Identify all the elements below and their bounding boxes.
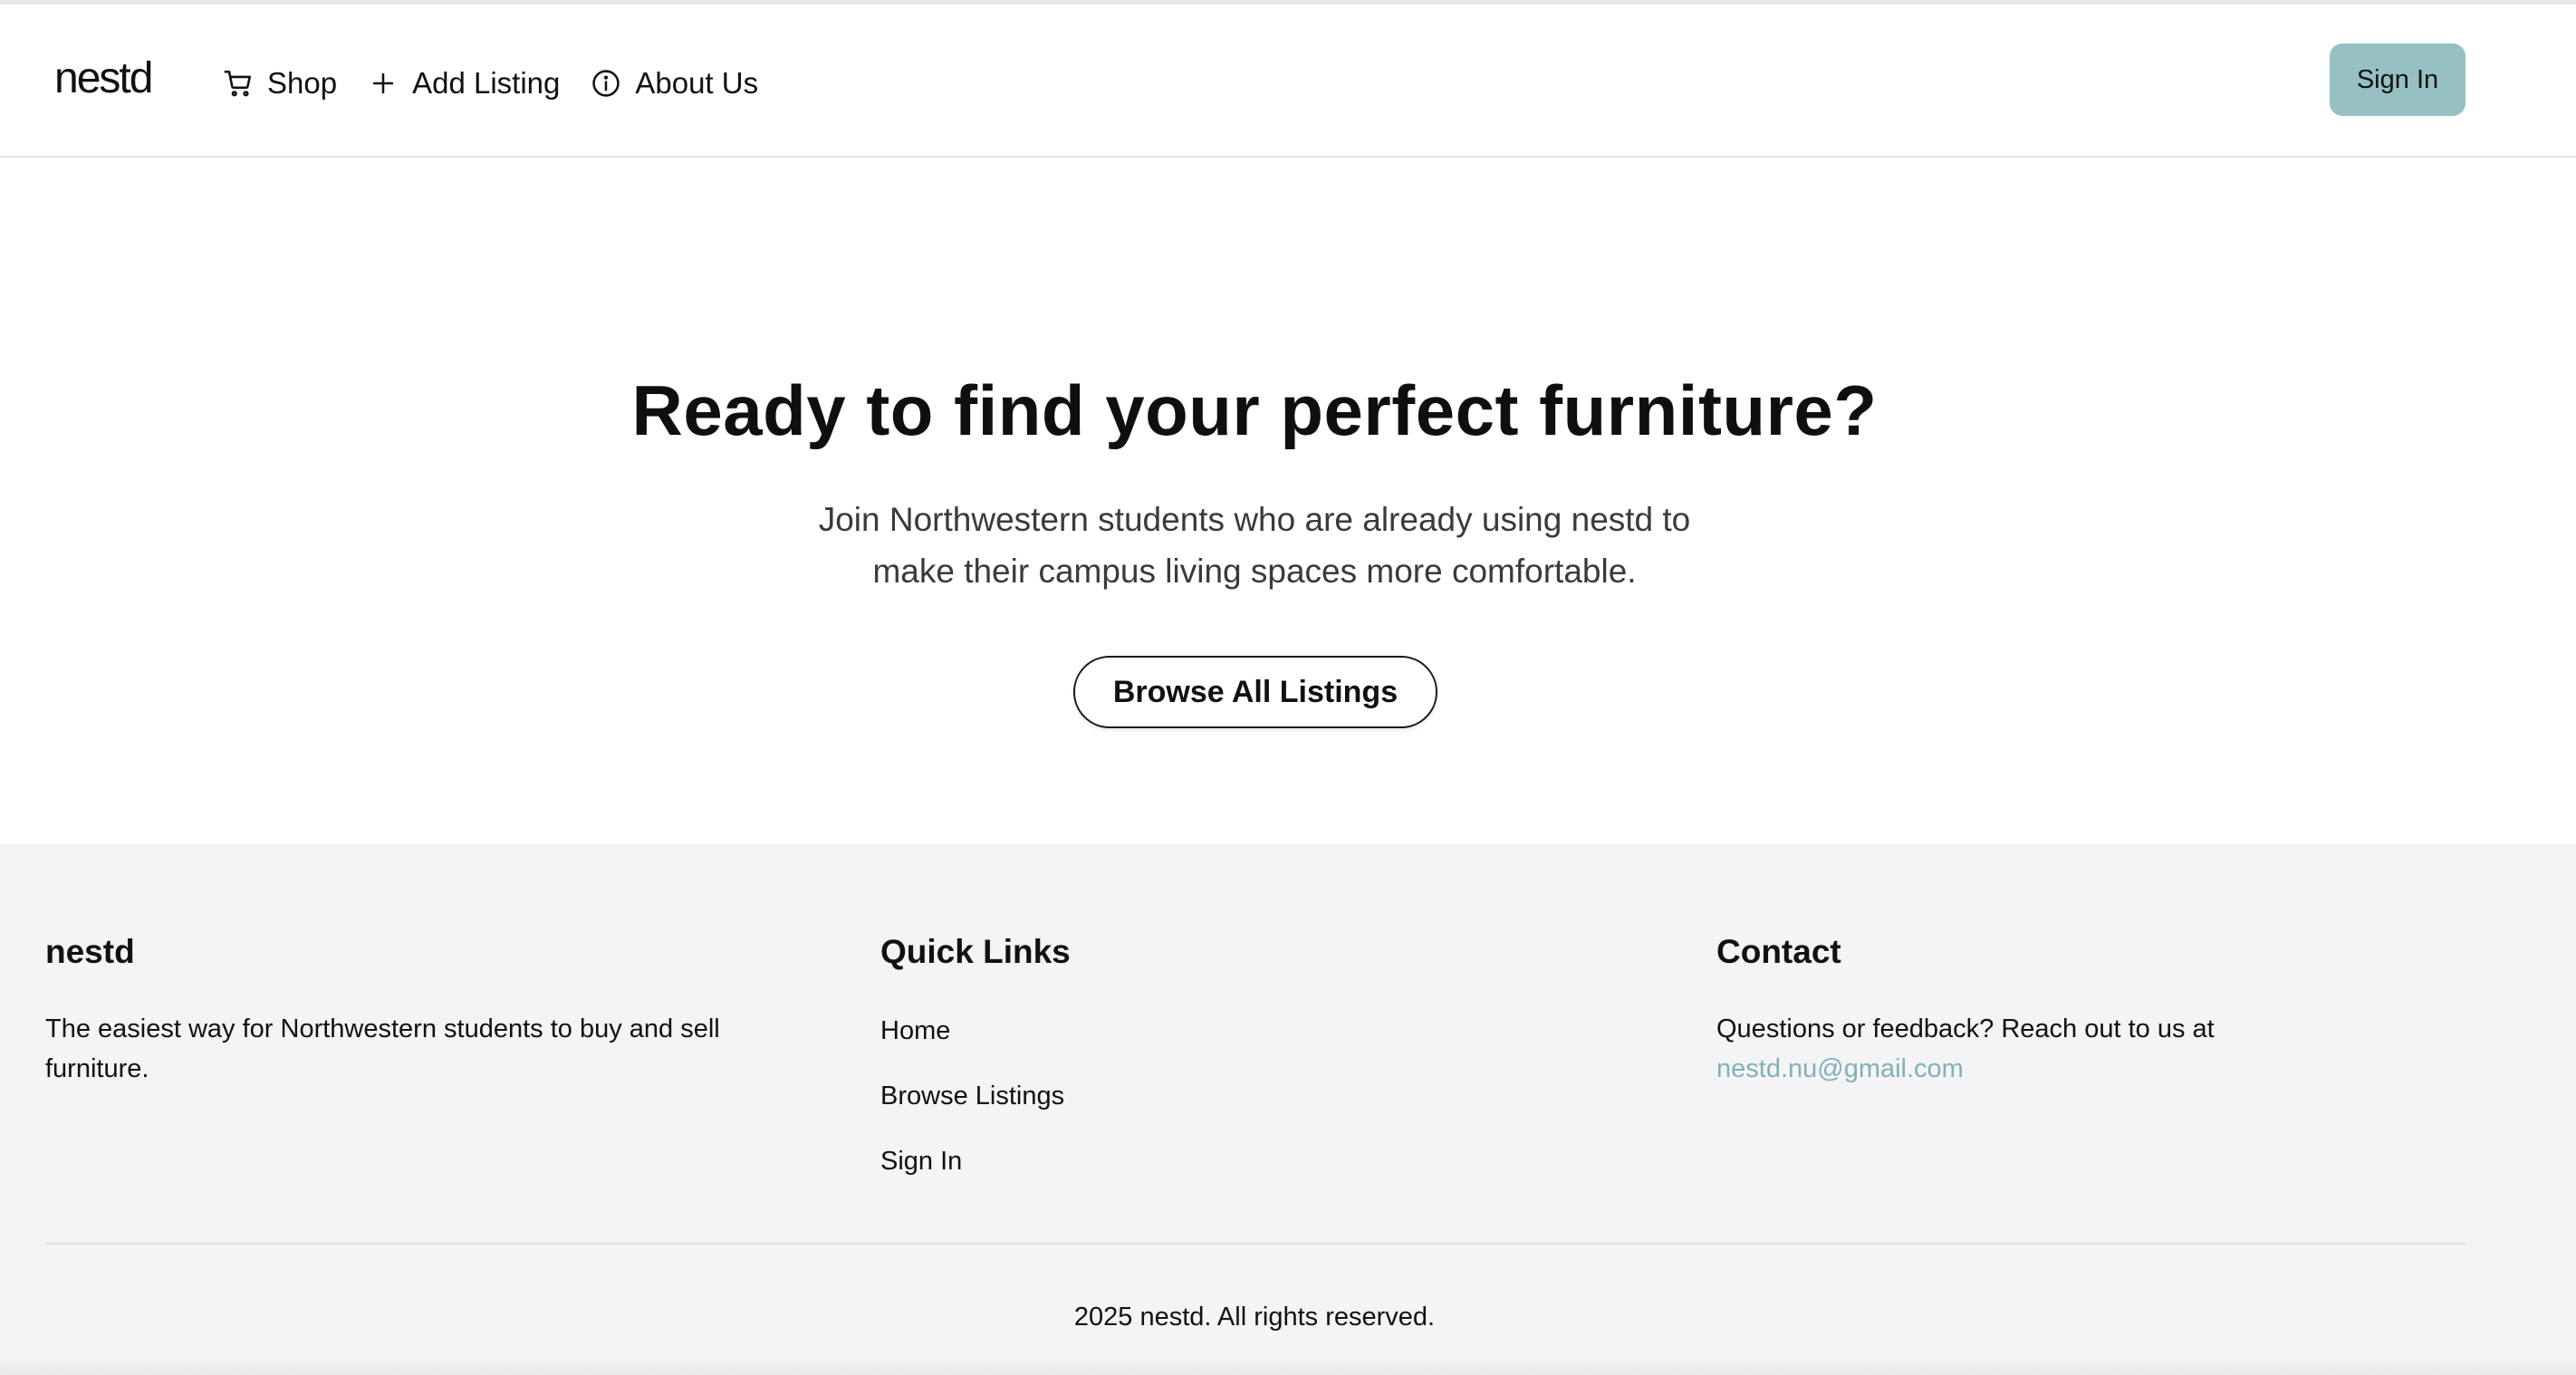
nav-shop-label: Shop [267,66,338,100]
footer-copyright: 2025 nestd. All rights reserved. [1073,1303,1436,1332]
cart-icon [224,70,252,97]
nav-shop[interactable]: Shop [223,61,337,106]
hero-subtitle: Join Northwestern students who are alrea… [818,501,1691,590]
footer-brand-title: nestd [45,933,135,970]
nav-add-listing[interactable]: Add Listing [368,61,560,106]
footer-contact-message: Questions or feedback? Reach out to us a… [1716,1014,2215,1043]
footer-link-browse-listings[interactable]: Browse Listings [880,1082,1064,1111]
nav-about-us-label: About Us [635,66,759,100]
footer-divider [45,1243,2465,1245]
site-header: nestd Shop Add Listing About Us Sign In [0,5,2576,158]
site-logo[interactable]: nestd [54,53,153,103]
footer-link-home[interactable]: Home [880,1016,950,1046]
sign-in-button[interactable]: Sign In [2330,43,2465,116]
hero-title: Ready to find your perfect furniture? [631,370,1878,450]
footer-quick-links-title: Quick Links [880,933,1071,970]
main-nav: Shop Add Listing About Us [223,61,789,106]
footer-contact-title: Contact [1716,933,1841,970]
footer-link-sign-in[interactable]: Sign In [880,1147,962,1177]
footer-contact-text: Questions or feedback? Reach out to us a… [1716,1009,2441,1089]
nav-about-us[interactable]: About Us [591,61,758,106]
site-footer: nestd The easiest way for Northwestern s… [0,844,2576,1375]
nav-add-listing-label: Add Listing [412,66,561,100]
plus-icon [372,72,394,94]
page: nestd Shop Add Listing About Us Sign In … [0,0,2576,1375]
footer-contact-email[interactable]: nestd.nu@gmail.com [1716,1054,1964,1083]
footer-brand-description: The easiest way for Northwestern student… [45,1014,720,1083]
browse-all-listings-button[interactable]: Browse All Listings [1073,656,1437,728]
info-icon [592,70,620,97]
bottom-edge-shadow [0,1357,2576,1375]
